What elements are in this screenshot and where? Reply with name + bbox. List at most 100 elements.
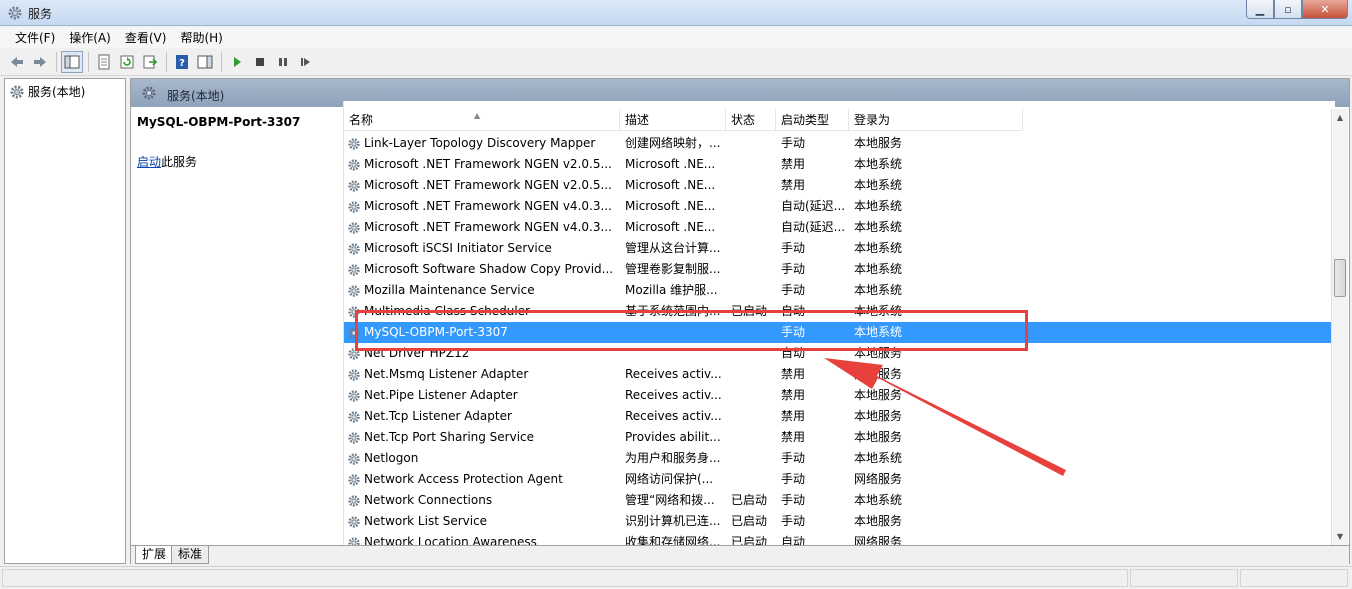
menu-file[interactable]: 文件(F) bbox=[8, 29, 62, 46]
cell-startup-type: 手动 bbox=[781, 451, 806, 465]
cell-startup-type: 手动 bbox=[781, 514, 806, 528]
service-gear-icon bbox=[348, 410, 360, 423]
refresh-button[interactable] bbox=[116, 51, 138, 73]
service-name: Microsoft Software Shadow Copy Provid... bbox=[364, 262, 614, 276]
cell-startup-type: 手动 bbox=[781, 493, 806, 507]
tab-extended[interactable]: 扩展 bbox=[135, 546, 174, 564]
cell-status: 已启动 bbox=[731, 514, 768, 528]
table-row[interactable]: Network Connections 管理“网络和拨... 已启动 手动 本地系统 bbox=[344, 490, 1335, 511]
cell-description: 网络访问保护(... bbox=[625, 472, 714, 486]
menu-action[interactable]: 操作(A) bbox=[62, 29, 118, 46]
table-row[interactable]: Netlogon 为用户和服务身... 手动 本地系统 bbox=[344, 448, 1335, 469]
cell-log-on-as: 本地系统 bbox=[854, 262, 903, 276]
column-header-name[interactable]: 名称 ▲ bbox=[344, 109, 620, 131]
cell-status bbox=[726, 448, 776, 469]
start-service-link[interactable]: 启动 bbox=[137, 155, 161, 169]
tree-item-services-local[interactable]: 服务(本地) bbox=[9, 83, 85, 100]
table-row[interactable]: Network Access Protection Agent 网络访问保护(..… bbox=[344, 469, 1335, 490]
service-gear-icon bbox=[348, 284, 360, 297]
toolbar-separator bbox=[166, 51, 167, 72]
cell-status bbox=[726, 175, 776, 196]
table-row[interactable]: Microsoft .NET Framework NGEN v2.0.5... M… bbox=[344, 154, 1335, 175]
cell-name: Net.Tcp Listener Adapter bbox=[344, 406, 620, 427]
close-button[interactable]: ✕ bbox=[1302, 0, 1348, 19]
cell-status bbox=[726, 217, 776, 238]
cell-startup-type: 自动(延迟... bbox=[781, 199, 846, 213]
action-pane-icon bbox=[197, 55, 213, 68]
table-row[interactable]: Microsoft Software Shadow Copy Provid...… bbox=[344, 259, 1335, 280]
table-row[interactable]: Microsoft .NET Framework NGEN v4.0.3... M… bbox=[344, 196, 1335, 217]
table-row[interactable]: Net.Msmq Listener Adapter Receives activ.… bbox=[344, 364, 1335, 385]
forward-button[interactable] bbox=[29, 51, 51, 73]
pause-service-button[interactable] bbox=[272, 51, 294, 73]
cell-status bbox=[726, 406, 776, 427]
service-gear-icon bbox=[348, 494, 360, 507]
show-action-pane-button[interactable] bbox=[194, 51, 216, 73]
service-name: Network Location Awareness bbox=[364, 535, 537, 545]
table-row[interactable]: Link-Layer Topology Discovery Mapper 创建网络… bbox=[344, 133, 1335, 154]
cell-status bbox=[726, 385, 776, 406]
scrollbar-thumb[interactable] bbox=[1334, 259, 1346, 297]
minimize-button[interactable]: ▁ bbox=[1246, 0, 1274, 19]
help-button[interactable]: ? bbox=[171, 51, 193, 73]
service-name: Net.Tcp Port Sharing Service bbox=[364, 430, 535, 444]
service-name: Microsoft .NET Framework NGEN v2.0.5... bbox=[364, 157, 612, 171]
service-name: Net.Msmq Listener Adapter bbox=[364, 367, 529, 381]
restart-service-button[interactable] bbox=[295, 51, 317, 73]
table-row[interactable]: Mozilla Maintenance Service Mozilla 维护服..… bbox=[344, 280, 1335, 301]
stop-service-button[interactable] bbox=[249, 51, 271, 73]
table-row[interactable]: Network Location Awareness 收集和存储网络... 已启动 自… bbox=[344, 532, 1335, 545]
status-segment bbox=[1240, 569, 1348, 587]
cell-log-on-as: 本地系统 bbox=[854, 178, 903, 192]
export-list-button[interactable] bbox=[139, 51, 161, 73]
stop-icon bbox=[256, 57, 264, 66]
start-service-button[interactable] bbox=[226, 51, 248, 73]
cell-status bbox=[726, 196, 776, 217]
properties-button[interactable] bbox=[93, 51, 115, 73]
cell-log-on-as: 本地系统 bbox=[854, 199, 903, 213]
cell-description: 创建网络映射，... bbox=[625, 136, 721, 150]
pause-icon bbox=[279, 57, 287, 66]
column-header-status[interactable]: 状态 bbox=[726, 109, 776, 131]
cell-startup-type: 手动 bbox=[781, 283, 806, 297]
cell-log-on-as: 本地系统 bbox=[854, 157, 903, 171]
cell-description: Receives activ... bbox=[625, 409, 722, 423]
cell-description: 为用户和服务身... bbox=[625, 451, 721, 465]
service-gear-icon bbox=[348, 452, 360, 465]
cell-name: Network Access Protection Agent bbox=[344, 469, 620, 490]
window-title: 服务 bbox=[28, 7, 53, 21]
menu-help[interactable]: 帮助(H) bbox=[173, 29, 229, 46]
service-name: Link-Layer Topology Discovery Mapper bbox=[364, 136, 596, 150]
table-row[interactable]: Microsoft iSCSI Initiator Service 管理从这台计算… bbox=[344, 238, 1335, 259]
cell-description: Receives activ... bbox=[625, 367, 722, 381]
gear-icon bbox=[8, 6, 22, 20]
toolbar-separator bbox=[221, 51, 222, 72]
cell-log-on-as: 本地系统 bbox=[854, 451, 903, 465]
scroll-up-button[interactable]: ▲ bbox=[1332, 109, 1348, 126]
cell-startup-type: 禁用 bbox=[781, 409, 806, 423]
show-hide-console-tree-button[interactable] bbox=[61, 50, 83, 73]
cell-log-on-as: 网络服务 bbox=[854, 472, 903, 486]
cell-status bbox=[726, 280, 776, 301]
maximize-button[interactable]: ▫ bbox=[1274, 0, 1302, 19]
tab-standard[interactable]: 标准 bbox=[171, 546, 210, 564]
table-row[interactable]: Network List Service 识别计算机已连... 已启动 手动 本地服务 bbox=[344, 511, 1335, 532]
column-header-log-on-as[interactable]: 登录为 bbox=[849, 109, 1023, 131]
scroll-down-button[interactable]: ▼ bbox=[1332, 528, 1348, 545]
vertical-scrollbar[interactable]: ▲ ▼ bbox=[1331, 109, 1348, 545]
cell-log-on-as: 网络服务 bbox=[854, 535, 903, 545]
column-header-startup-type[interactable]: 启动类型 bbox=[776, 109, 849, 131]
column-header-description[interactable]: 描述 bbox=[620, 109, 726, 131]
menu-view[interactable]: 查看(V) bbox=[118, 29, 174, 46]
table-row[interactable]: Microsoft .NET Framework NGEN v4.0.3... M… bbox=[344, 217, 1335, 238]
table-row[interactable]: Net.Tcp Port Sharing Service Provides abi… bbox=[344, 427, 1335, 448]
table-row[interactable]: Microsoft .NET Framework NGEN v2.0.5... M… bbox=[344, 175, 1335, 196]
gear-icon bbox=[142, 86, 156, 100]
forward-arrow-icon bbox=[34, 56, 46, 67]
cell-log-on-as: 本地系统 bbox=[854, 220, 903, 234]
table-row[interactable]: Net.Tcp Listener Adapter Receives activ..… bbox=[344, 406, 1335, 427]
back-button[interactable] bbox=[6, 51, 28, 73]
table-row[interactable]: Net.Pipe Listener Adapter Receives activ.… bbox=[344, 385, 1335, 406]
service-name: Net.Pipe Listener Adapter bbox=[364, 388, 518, 402]
cell-status: 已启动 bbox=[731, 493, 768, 507]
